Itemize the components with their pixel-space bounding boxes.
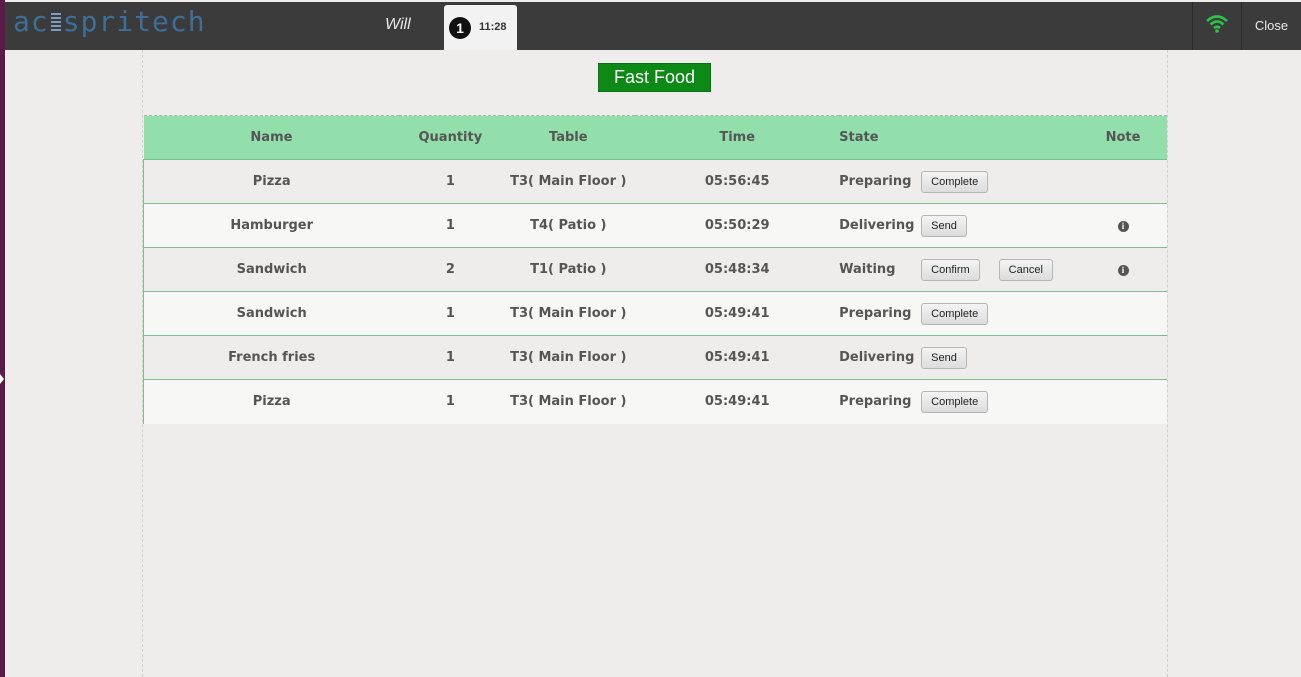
table-row: Hamburger 1 T4( Patio ) 05:50:29 Delivering S… [143,203,1167,248]
table-row: Pizza 1 T3( Main Floor ) 05:56:45 Preparing C… [143,159,1167,204]
state-label: Preparing [839,173,912,189]
user-name[interactable]: Will [385,16,411,34]
top-bar: ac spritech Will 1 11:28 Close [5,2,1301,50]
wifi-status[interactable] [1192,2,1242,50]
time-cell: 05:49:41 [635,335,840,380]
quantity-cell: 1 [399,203,502,248]
time-cell: 05:56:45 [635,159,840,204]
main-panel: Fast Food Name Quantity Table Time State Note… [142,50,1168,677]
quantity-cell: 1 [399,379,502,424]
state-cell: Delivering Send [839,335,1080,380]
item-name-cell: Hamburger [143,203,400,248]
close-button[interactable]: Close [1242,2,1301,50]
quantity-cell: 1 [399,335,502,380]
table-cell: T3( Main Floor ) [501,379,636,424]
brand-logo: ac spritech [13,4,206,40]
quantity-cell: 1 [399,159,502,204]
logo-mark-icon [50,13,61,33]
category-title[interactable]: Fast Food [598,63,711,92]
quantity-cell: 1 [399,291,502,336]
state-label: Preparing [839,393,912,409]
column-header-table: Table [501,115,636,160]
state-label: Delivering [839,349,915,365]
column-header-quantity: Quantity [399,115,502,160]
wifi-icon [1206,15,1228,33]
time-cell: 05:49:41 [635,379,840,424]
info-icon[interactable]: i [1117,221,1129,232]
time-cell: 05:49:41 [635,291,840,336]
time-cell: 05:50:29 [635,203,840,248]
complete-button[interactable]: Complete [921,390,989,413]
table-cell: T3( Main Floor ) [501,335,636,380]
complete-button[interactable]: Complete [921,170,989,193]
send-button[interactable]: Send [921,346,967,369]
column-header-note: Note [1079,115,1167,160]
info-icon[interactable]: i [1117,265,1129,276]
complete-button[interactable]: Complete [921,302,989,325]
note-cell [1079,379,1167,424]
table-cell: T4( Patio ) [501,203,636,248]
quantity-cell: 2 [399,247,502,292]
order-count-badge: 1 [449,17,471,39]
logo-text-suffix: spritech [62,5,206,38]
state-cell: Preparing Complete [839,159,1080,204]
table-cell: T3( Main Floor ) [501,291,636,336]
table-row: French fries 1 T3( Main Floor ) 05:49:41 Del… [143,335,1167,380]
note-cell [1079,159,1167,204]
table-header-row: Name Quantity Table Time State Note [143,115,1167,160]
state-label: Waiting [839,261,896,277]
table-row: Pizza 1 T3( Main Floor ) 05:49:41 Preparing C… [143,379,1167,424]
logo-text-prefix: ac [13,5,49,38]
table-cell: T3( Main Floor ) [501,159,636,204]
state-cell: Preparing Complete [839,291,1080,336]
item-name-cell: Pizza [143,379,400,424]
clock-label: 11:28 [479,21,507,33]
table-row: Sandwich 1 T3( Main Floor ) 05:49:41 Prepari… [143,291,1167,336]
state-label: Delivering [839,217,915,233]
note-cell: i [1079,247,1167,292]
orders-body: Pizza 1 T3( Main Floor ) 05:56:45 Preparing C… [143,159,1167,424]
note-cell [1079,291,1167,336]
state-cell: Preparing Complete [839,379,1080,424]
item-name-cell: Sandwich [143,291,400,336]
item-name-cell: Sandwich [143,247,400,292]
state-cell: Waiting Confirm Cancel [839,247,1080,292]
confirm-button[interactable]: Confirm [921,258,980,281]
send-button[interactable]: Send [921,214,967,237]
column-header-time: Time [635,115,840,160]
item-name-cell: French fries [143,335,400,380]
collapse-handle-icon[interactable] [0,374,4,384]
cancel-button[interactable]: Cancel [998,258,1053,281]
column-header-state: State [839,115,1080,160]
state-label: Preparing [839,305,912,321]
column-header-name: Name [143,115,400,160]
left-edge-strip [0,0,5,677]
item-name-cell: Pizza [143,159,400,204]
time-cell: 05:48:34 [635,247,840,292]
order-tab[interactable]: 1 11:28 [444,5,517,50]
table-row: Sandwich 2 T1( Patio ) 05:48:34 Waiting Confi… [143,247,1167,292]
table-cell: T1( Patio ) [501,247,636,292]
note-cell: i [1079,203,1167,248]
note-cell [1079,335,1167,380]
state-cell: Delivering Send [839,203,1080,248]
orders-table: Name Quantity Table Time State Note Pizza 1 T3(… [143,115,1167,424]
